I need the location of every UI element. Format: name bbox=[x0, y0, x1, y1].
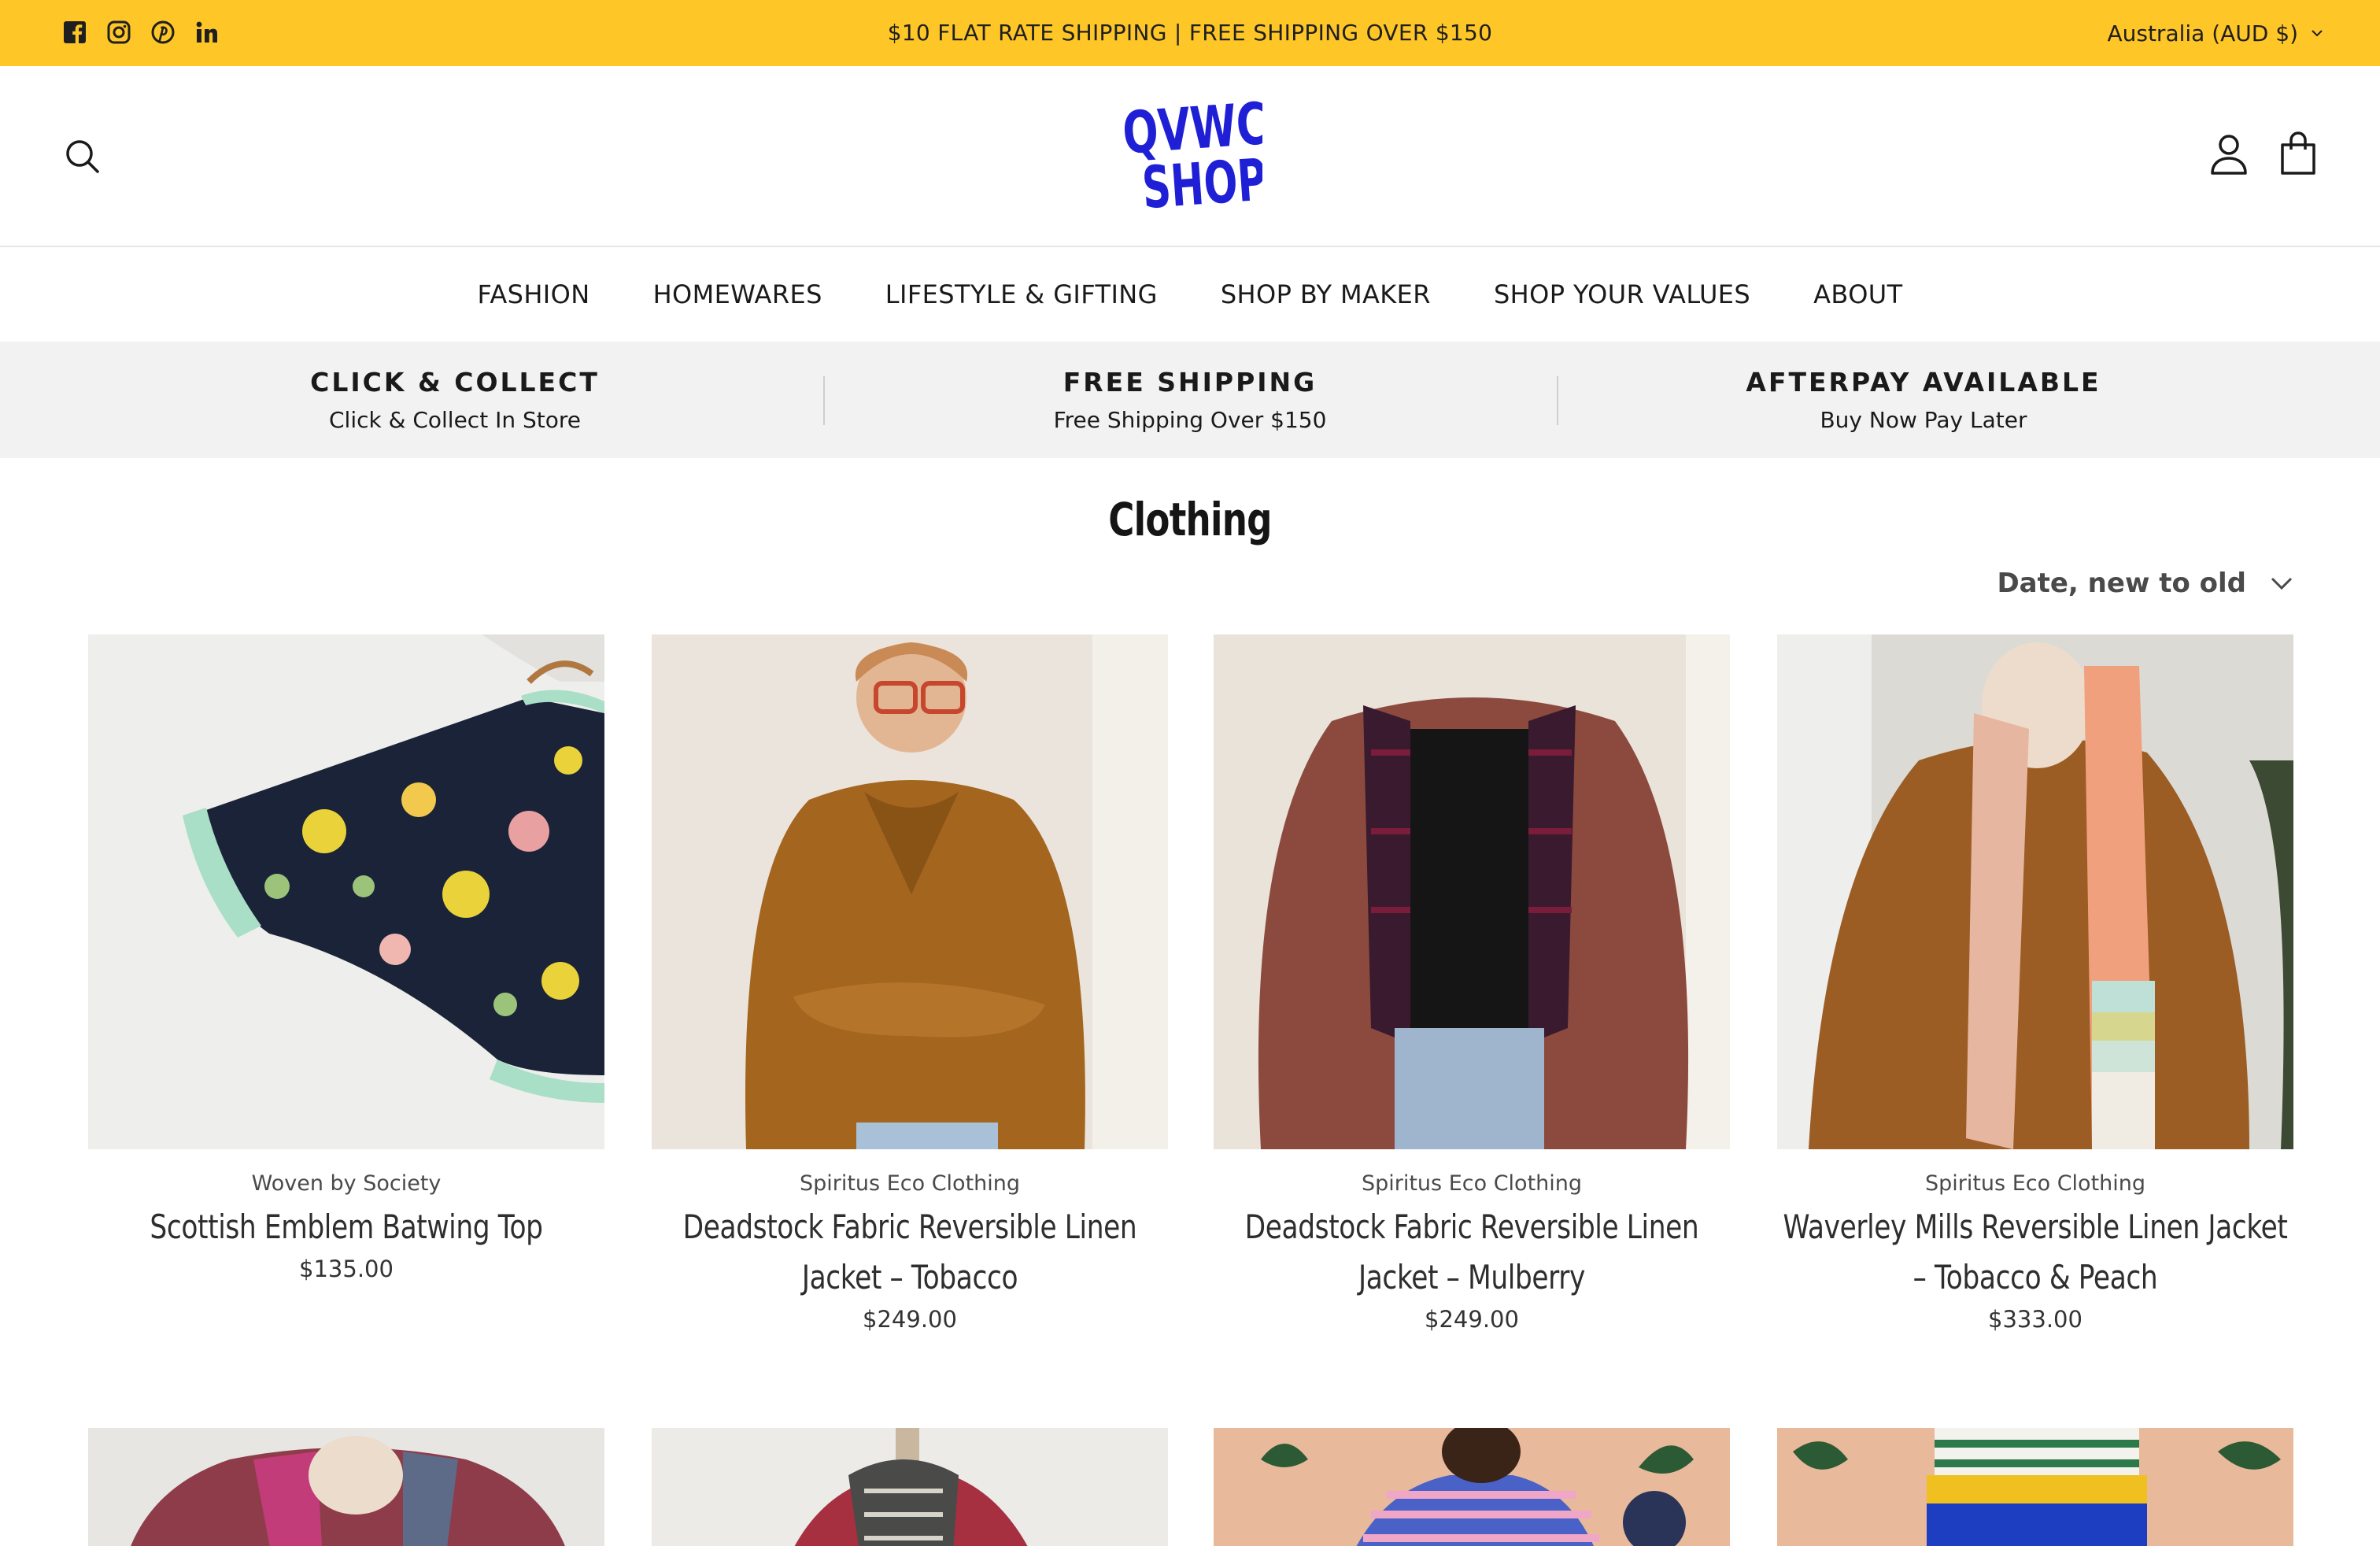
product-title[interactable]: Waverley Mills Reversible Linen Jacket –… bbox=[1777, 1202, 2293, 1303]
account-icon bbox=[2211, 135, 2247, 175]
strip-afterpay: AFTERPAY AVAILABLE Buy Now Pay Later bbox=[1558, 342, 2289, 458]
product-image[interactable] bbox=[88, 1428, 604, 1546]
chevron-down-icon bbox=[2312, 30, 2323, 37]
product-meta: Spiritus Eco Clothing Deadstock Fabric R… bbox=[1214, 1149, 1730, 1333]
product-meta: Woven by Society Scottish Emblem Batwing… bbox=[88, 1149, 604, 1282]
shopping-bag-icon bbox=[2281, 131, 2315, 175]
nav-about[interactable]: ABOUT bbox=[1782, 279, 1934, 309]
strip-free-shipping: FREE SHIPPING Free Shipping Over $150 bbox=[825, 342, 1555, 458]
product-image[interactable] bbox=[652, 1428, 1168, 1546]
nav-lifestyle-gifting[interactable]: LIFESTYLE & GIFTING bbox=[854, 279, 1189, 309]
product-image[interactable] bbox=[652, 634, 1168, 1149]
product-image[interactable] bbox=[1214, 1428, 1730, 1546]
product-price: $249.00 bbox=[1425, 1306, 1519, 1333]
chevron-down-icon bbox=[2271, 577, 2293, 590]
sort-label: Date, new to old bbox=[1997, 568, 2246, 599]
product-card: Spiritus Eco Clothing Deadstock Fabric R… bbox=[652, 634, 1168, 1333]
product-price: $333.00 bbox=[1988, 1306, 2082, 1333]
product-price: $135.00 bbox=[299, 1256, 394, 1282]
product-card: Woven by Society Scottish Emblem Batwing… bbox=[88, 634, 604, 1282]
search-button[interactable] bbox=[63, 137, 102, 176]
product-title[interactable]: Scottish Emblem Batwing Top bbox=[88, 1202, 604, 1252]
product-title[interactable]: Deadstock Fabric Reversible Linen Jacket… bbox=[1214, 1202, 1730, 1303]
product-title[interactable]: Deadstock Fabric Reversible Linen Jacket… bbox=[652, 1202, 1168, 1303]
strip-title: CLICK & COLLECT bbox=[310, 367, 600, 398]
currency-selector[interactable]: Australia (AUD $) bbox=[2107, 0, 2323, 66]
nav-fashion[interactable]: FASHION bbox=[445, 279, 621, 309]
site-logo[interactable]: QVWC SHOP! bbox=[1118, 91, 1287, 222]
product-card: Spiritus Eco Clothing Deadstock Fabric R… bbox=[1214, 634, 1730, 1333]
product-vendor[interactable]: Spiritus Eco Clothing bbox=[652, 1171, 1168, 1196]
strip-subtitle: Click & Collect In Store bbox=[328, 407, 581, 433]
site-header: QVWC SHOP! bbox=[0, 66, 2380, 247]
product-image[interactable] bbox=[1777, 1428, 2293, 1546]
product-vendor[interactable]: Spiritus Eco Clothing bbox=[1214, 1171, 1730, 1196]
nav-shop-by-maker[interactable]: SHOP BY MAKER bbox=[1189, 279, 1462, 309]
announcement-text: $10 FLAT RATE SHIPPING | FREE SHIPPING O… bbox=[887, 20, 1493, 46]
product-image[interactable] bbox=[1777, 634, 2293, 1149]
strip-subtitle: Buy Now Pay Later bbox=[1820, 407, 2027, 433]
info-strip: CLICK & COLLECT Click & Collect In Store… bbox=[0, 342, 2380, 458]
logo-text-line2: SHOP! bbox=[1140, 145, 1262, 214]
sort-dropdown[interactable]: Date, new to old bbox=[1997, 562, 2293, 605]
nav-shop-your-values[interactable]: SHOP YOUR VALUES bbox=[1462, 279, 1782, 309]
product-meta: Spiritus Eco Clothing Waverley Mills Rev… bbox=[1777, 1149, 2293, 1333]
product-price: $249.00 bbox=[863, 1306, 957, 1333]
product-image[interactable] bbox=[1214, 634, 1730, 1149]
currency-label: Australia (AUD $) bbox=[2107, 20, 2298, 46]
search-icon bbox=[66, 140, 99, 173]
main-navigation: FASHION HOMEWARES LIFESTYLE & GIFTING SH… bbox=[0, 247, 2380, 342]
product-card: Spiritus Eco Clothing Waverley Mills Rev… bbox=[1777, 634, 2293, 1333]
product-image[interactable] bbox=[88, 634, 604, 1149]
account-button[interactable] bbox=[2208, 132, 2249, 176]
strip-subtitle: Free Shipping Over $150 bbox=[1053, 407, 1327, 433]
product-vendor[interactable]: Woven by Society bbox=[88, 1171, 604, 1196]
strip-title: AFTERPAY AVAILABLE bbox=[1746, 367, 2101, 398]
cart-button[interactable] bbox=[2279, 129, 2317, 176]
strip-divider bbox=[1557, 376, 1558, 425]
strip-click-collect: CLICK & COLLECT Click & Collect In Store bbox=[63, 342, 847, 458]
product-vendor[interactable]: Spiritus Eco Clothing bbox=[1777, 1171, 2293, 1196]
announcement-bar: $10 FLAT RATE SHIPPING | FREE SHIPPING O… bbox=[0, 0, 2380, 66]
product-meta: Spiritus Eco Clothing Deadstock Fabric R… bbox=[652, 1149, 1168, 1333]
nav-homewares[interactable]: HOMEWARES bbox=[622, 279, 854, 309]
strip-title: FREE SHIPPING bbox=[1062, 367, 1318, 398]
page-title: Clothing bbox=[1108, 493, 1272, 546]
strip-divider bbox=[823, 376, 825, 425]
